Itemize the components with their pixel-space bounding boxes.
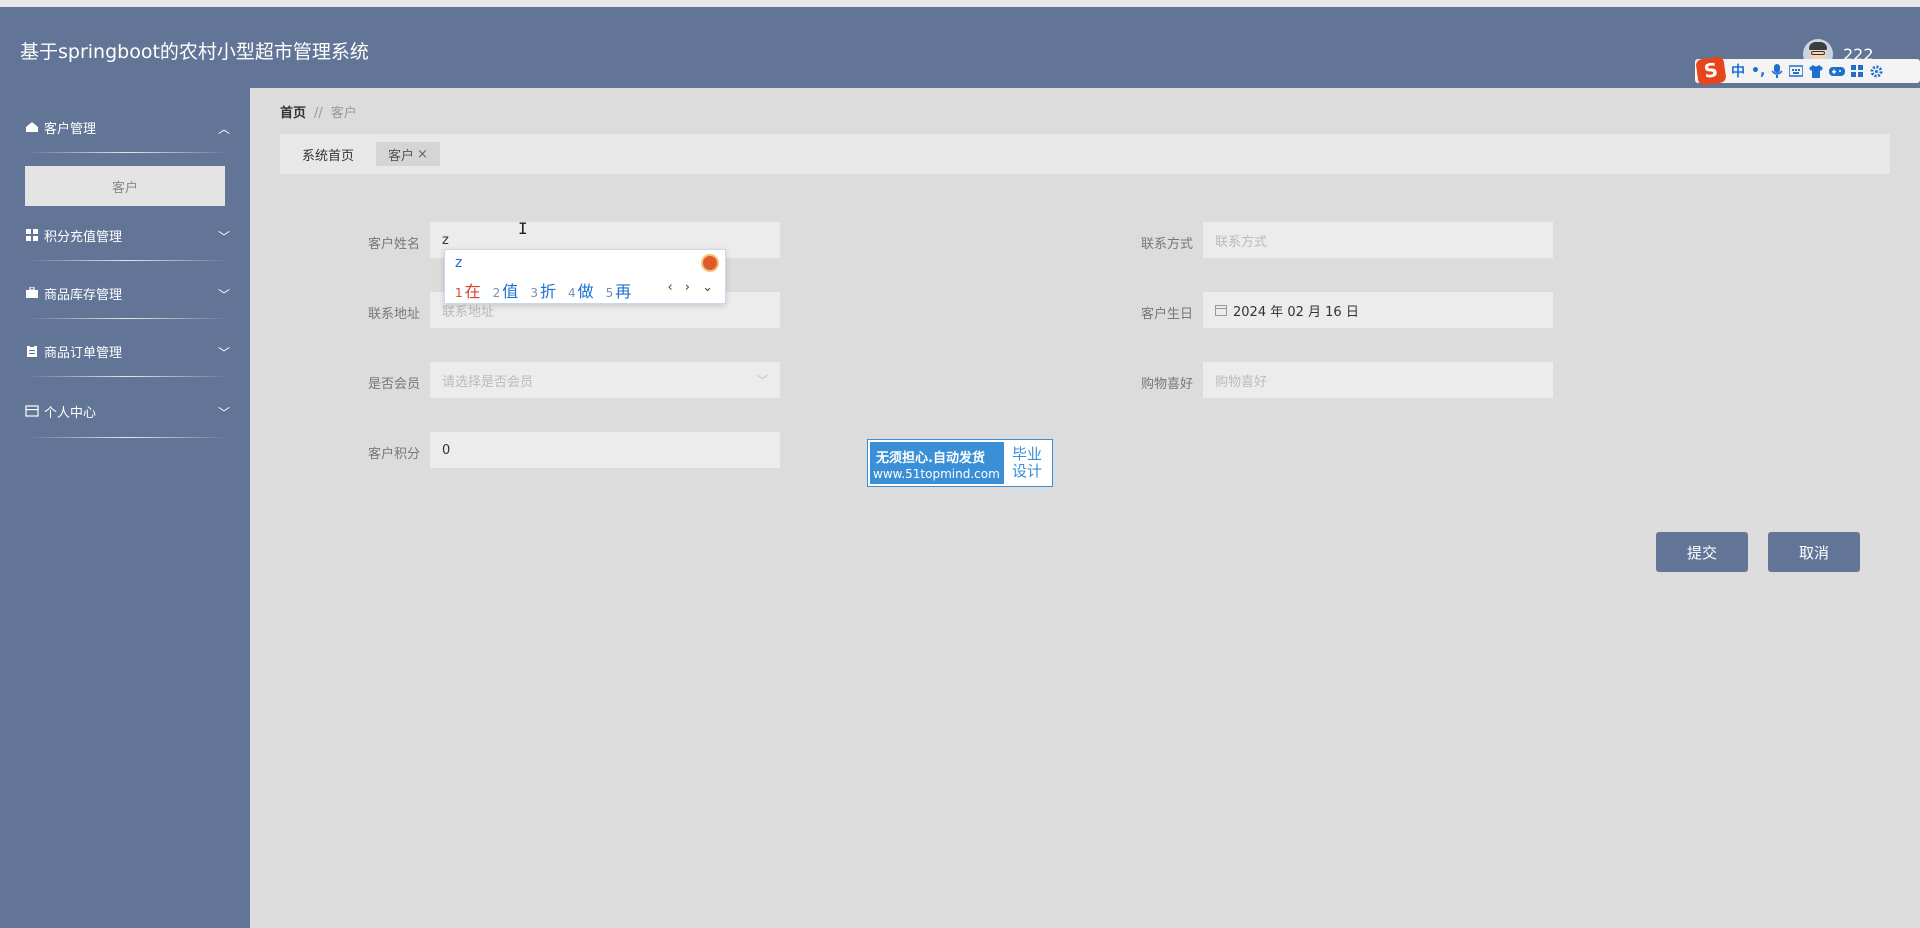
- menu-divider: [25, 318, 230, 319]
- breadcrumb: 首页 // 客户: [280, 102, 357, 121]
- customer-name-label: 客户姓名: [367, 237, 420, 252]
- keyboard-icon[interactable]: [1789, 65, 1804, 77]
- watermark-banner: 无须担心.自动发货 www.51topmind.com 毕业 设计: [867, 439, 1053, 487]
- tab-label: 系统首页: [302, 148, 355, 164]
- ime-skin-icon[interactable]: [701, 254, 719, 272]
- chevron-up-icon: ︿: [217, 122, 230, 136]
- ime-candidate[interactable]: 3折: [530, 278, 556, 302]
- sidebar-item-inventory[interactable]: 商品库存管理 ﹀: [25, 280, 230, 306]
- menu-divider: [25, 376, 230, 377]
- ime-page-nav[interactable]: ‹ › ⌄: [667, 280, 717, 295]
- ime-candidate[interactable]: 1在: [455, 278, 481, 302]
- clipboard-icon: [27, 345, 37, 357]
- chevron-down-icon: ﹀: [217, 406, 230, 420]
- tab-customer[interactable]: 客户 ×: [376, 142, 440, 166]
- sidebar-item-points[interactable]: 积分充值管理 ﹀: [25, 222, 230, 248]
- tabs-bar: 系统首页 客户 ×: [280, 134, 1890, 174]
- watermark-line2: www.51topmind.com: [873, 467, 1000, 481]
- customer-name-value: z: [442, 232, 449, 248]
- tab-label: 客户: [388, 148, 415, 164]
- menu-divider: [25, 152, 230, 153]
- skin-shirt-icon[interactable]: [1809, 64, 1824, 78]
- briefcase-icon: [26, 287, 38, 298]
- microphone-icon[interactable]: [1771, 64, 1783, 78]
- birthday-label: 客户生日: [1140, 307, 1193, 322]
- top-header: 基于springboot的农村小型超市管理系统 222: [0, 7, 1920, 88]
- ime-composition: z: [455, 255, 463, 271]
- breadcrumb-separator: //: [314, 106, 323, 121]
- phone-placeholder: 联系方式: [1215, 234, 1268, 250]
- watermark-line1: 无须担心.自动发货: [876, 451, 985, 466]
- sidebar-item-profile[interactable]: 个人中心 ﹀: [25, 398, 230, 424]
- settings-gear-icon[interactable]: [1870, 65, 1883, 78]
- submit-button[interactable]: 提交: [1656, 532, 1748, 572]
- home-icon: [26, 122, 38, 132]
- chevron-down-icon: ﹀: [217, 288, 230, 302]
- apps-grid-icon[interactable]: [1851, 64, 1864, 78]
- chevron-down-icon: ﹀: [217, 230, 230, 244]
- points-value: 0: [442, 442, 451, 458]
- watermark-badge-line1: 毕业: [1011, 445, 1042, 463]
- sidebar-item-label: 商品订单管理: [44, 345, 123, 361]
- sidebar-subitem-customer[interactable]: 客户: [25, 166, 225, 206]
- chevron-down-icon: ﹀: [217, 346, 230, 360]
- ime-candidate[interactable]: 2值: [493, 278, 519, 302]
- sidebar-item-label: 商品库存管理: [44, 287, 123, 303]
- close-icon[interactable]: ×: [417, 147, 428, 162]
- browser-top-strip: [0, 0, 1920, 7]
- text-cursor-icon: I: [518, 219, 528, 238]
- ime-candidate[interactable]: 5再: [606, 278, 632, 302]
- app-title: 基于springboot的农村小型超市管理系统: [20, 41, 369, 63]
- sidebar-item-orders[interactable]: 商品订单管理 ﹀: [25, 338, 230, 364]
- menu-divider: [25, 260, 230, 261]
- member-label: 是否会员: [367, 377, 420, 392]
- chevron-down-icon: ﹀: [757, 374, 768, 387]
- main-content: 首页//客户 系统首页 客户 × 客户姓名 z 联系方式 联系方式 联系地址 联…: [250, 88, 1920, 928]
- ime-candidate[interactable]: 4做: [568, 278, 594, 302]
- points-label: 客户积分: [367, 447, 420, 462]
- sidebar-item-label: 个人中心: [44, 405, 97, 421]
- member-select[interactable]: 请选择是否会员 ﹀: [430, 362, 780, 398]
- hobby-label: 购物喜好: [1140, 377, 1193, 392]
- gamepad-icon[interactable]: [1829, 66, 1846, 77]
- card-icon: [25, 405, 39, 417]
- birthday-datepicker[interactable]: 2024 年 02 月 16 日: [1203, 292, 1553, 328]
- tab-system-home[interactable]: 系统首页: [290, 142, 366, 166]
- ime-punct-toggle[interactable]: •,: [1751, 63, 1765, 79]
- member-placeholder: 请选择是否会员: [442, 374, 534, 390]
- grid-icon: [26, 229, 38, 241]
- birthday-value: 2024 年 02 月 16 日: [1233, 304, 1359, 320]
- breadcrumb-home[interactable]: 首页: [280, 106, 306, 121]
- hobby-placeholder: 购物喜好: [1215, 374, 1268, 390]
- sogou-logo-icon[interactable]: S: [1695, 56, 1727, 86]
- menu-divider: [25, 437, 230, 438]
- calendar-icon: [1215, 304, 1227, 316]
- ime-mode-toggle[interactable]: 中: [1731, 61, 1745, 81]
- sidebar-item-label: 积分充值管理: [44, 229, 123, 245]
- points-input[interactable]: 0: [430, 432, 780, 468]
- ime-toolbar[interactable]: S 中 •,: [1695, 56, 1920, 86]
- ime-candidate-popup[interactable]: z 1在 2值 3折 4做 5再 ‹ › ⌄: [444, 249, 726, 304]
- sidebar-item-customer[interactable]: 客户管理 ︿: [25, 114, 230, 140]
- sidebar: 客户管理 ︿ 客户 积分充值管理 ﹀ 商品库存管理 ﹀ 商品订单管理 ﹀ 个人中…: [0, 88, 250, 928]
- cancel-button[interactable]: 取消: [1768, 532, 1860, 572]
- address-label: 联系地址: [367, 307, 420, 322]
- watermark-badge: 毕业 设计: [1004, 442, 1050, 484]
- hobby-input[interactable]: 购物喜好: [1203, 362, 1553, 398]
- breadcrumb-current: 客户: [330, 106, 357, 121]
- ime-candidates: 1在 2值 3折 4做 5再: [455, 278, 631, 302]
- phone-label: 联系方式: [1140, 237, 1193, 252]
- sidebar-item-label: 客户管理: [44, 121, 97, 137]
- watermark-badge-line2: 设计: [1011, 462, 1042, 480]
- phone-input[interactable]: 联系方式: [1203, 222, 1553, 258]
